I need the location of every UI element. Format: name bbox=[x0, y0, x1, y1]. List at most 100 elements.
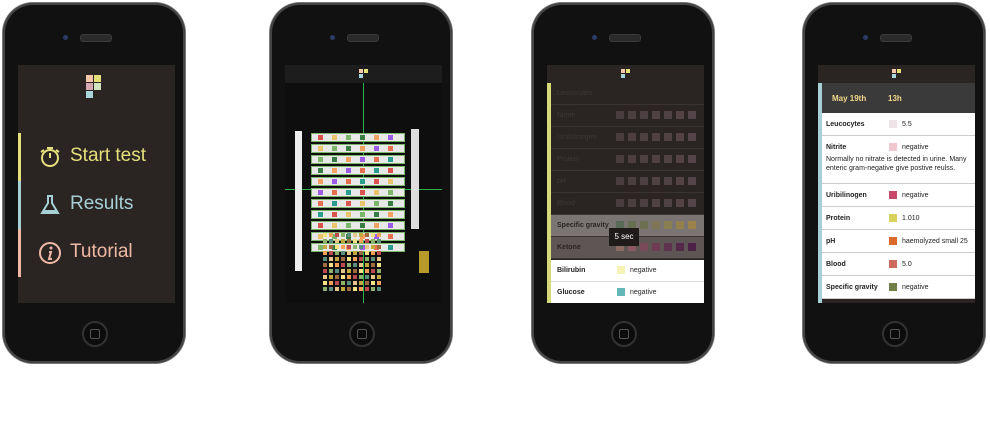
home-button[interactable] bbox=[882, 321, 908, 347]
strip-pad bbox=[360, 179, 365, 184]
result-row[interactable]: Leucocytes 5.5 bbox=[822, 113, 975, 136]
reference-swatch bbox=[652, 133, 660, 141]
strip-pad bbox=[360, 212, 365, 217]
strip-pad bbox=[388, 168, 393, 173]
test-strip bbox=[311, 210, 405, 219]
chart-cell bbox=[347, 239, 351, 243]
speaker-grille bbox=[347, 34, 379, 42]
reference-swatch bbox=[616, 111, 624, 119]
home-button[interactable] bbox=[611, 321, 637, 347]
results-label: Results bbox=[70, 193, 134, 214]
result-row[interactable]: Protein 1.010 bbox=[822, 207, 975, 230]
strip-pad bbox=[388, 201, 393, 206]
result-value: 5.0 bbox=[902, 261, 912, 268]
home-button[interactable] bbox=[82, 321, 108, 347]
chart-cell bbox=[347, 269, 351, 273]
chart-cell bbox=[329, 257, 333, 261]
test-strip bbox=[311, 177, 405, 186]
chart-cell bbox=[341, 275, 345, 279]
chart-cell bbox=[353, 233, 357, 237]
chart-cell bbox=[353, 245, 357, 249]
color-chart bbox=[323, 233, 383, 293]
result-row[interactable]: Blood 5.0 bbox=[822, 253, 975, 276]
result-row[interactable]: Uribilinogen negative bbox=[822, 184, 975, 207]
strip-pad bbox=[388, 146, 393, 151]
chart-cell bbox=[353, 275, 357, 279]
color-swatch bbox=[889, 283, 897, 291]
result-header[interactable]: May 19th 13h bbox=[822, 83, 975, 113]
strip-pad bbox=[374, 179, 379, 184]
chart-cell bbox=[365, 239, 369, 243]
chart-cell bbox=[365, 263, 369, 267]
color-swatch bbox=[617, 266, 625, 274]
glucose-row: Glucose negative bbox=[551, 282, 704, 303]
chart-cell bbox=[347, 257, 351, 261]
camera-icon bbox=[592, 35, 597, 40]
reference-strip-right bbox=[411, 129, 419, 229]
chart-cell bbox=[335, 239, 339, 243]
result-value: haemolyzed small 25 bbox=[902, 238, 968, 245]
result-name: Leucocytes bbox=[826, 121, 865, 128]
result-row[interactable]: Specific gravity negative bbox=[822, 276, 975, 299]
reference-swatch bbox=[616, 199, 624, 207]
stopwatch-icon bbox=[40, 147, 60, 167]
chart-cell bbox=[329, 233, 333, 237]
tutorial-button[interactable]: Tutorial bbox=[18, 229, 175, 277]
reference-swatch bbox=[616, 133, 624, 141]
chart-cell bbox=[329, 263, 333, 267]
chart-cell bbox=[371, 269, 375, 273]
reference-swatch bbox=[652, 155, 660, 163]
phone-camera bbox=[270, 3, 452, 363]
reference-swatch bbox=[640, 155, 648, 163]
chart-cell bbox=[335, 251, 339, 255]
result-row[interactable]: pH haemolyzed small 25 bbox=[822, 230, 975, 253]
result-value: 1.010 bbox=[902, 215, 920, 222]
reference-swatch bbox=[628, 155, 636, 163]
chart-cell bbox=[329, 239, 333, 243]
results-button[interactable]: Results bbox=[18, 181, 175, 229]
strip-pad bbox=[332, 201, 337, 206]
strip-pad bbox=[332, 168, 337, 173]
chart-cell bbox=[335, 275, 339, 279]
chart-cell bbox=[371, 281, 375, 285]
strip-pad bbox=[332, 179, 337, 184]
chart-cell bbox=[341, 269, 345, 273]
chart-cell bbox=[341, 281, 345, 285]
home-button[interactable] bbox=[349, 321, 375, 347]
chart-cell bbox=[335, 233, 339, 237]
reference-swatch bbox=[688, 199, 696, 207]
start-test-button[interactable]: Start test bbox=[18, 133, 175, 181]
strip-pad bbox=[360, 146, 365, 151]
reference-swatch bbox=[640, 133, 648, 141]
chart-cell bbox=[353, 269, 357, 273]
chart-cell bbox=[347, 275, 351, 279]
chart-cell bbox=[359, 251, 363, 255]
bilirubin-row: Bilirubin negative bbox=[551, 260, 704, 282]
reference-swatch bbox=[640, 177, 648, 185]
speaker-grille bbox=[880, 34, 912, 42]
result-name: Uribilinogen bbox=[826, 192, 867, 199]
result-name: Protein bbox=[826, 215, 851, 222]
camera-viewfinder[interactable] bbox=[285, 83, 442, 303]
menu-screen: Start test Results Tutorial bbox=[18, 65, 175, 303]
strip-pad bbox=[346, 168, 351, 173]
result-name: Specific gravity bbox=[826, 284, 878, 291]
chart-cell bbox=[359, 239, 363, 243]
result-row[interactable]: Nitrite negative Normally no nitrate is de… bbox=[822, 136, 975, 184]
strip-pad bbox=[374, 212, 379, 217]
reference-swatch bbox=[664, 199, 672, 207]
reference-swatch bbox=[676, 177, 684, 185]
strip-pad bbox=[388, 212, 393, 217]
reference-strip-left bbox=[295, 131, 302, 271]
chart-cell bbox=[323, 275, 327, 279]
strip-pad bbox=[318, 201, 323, 206]
strip-pad bbox=[360, 223, 365, 228]
tutorial-label: Tutorial bbox=[70, 241, 133, 262]
chart-cell bbox=[323, 263, 327, 267]
results-screen: May 19th 13h Leucocytes 5.5 Nitrite negativ… bbox=[818, 65, 975, 303]
color-swatch bbox=[889, 143, 897, 151]
camera-screen bbox=[285, 65, 442, 303]
chart-cell bbox=[371, 245, 375, 249]
reference-swatch bbox=[628, 177, 636, 185]
result-name: Blood bbox=[826, 261, 846, 268]
